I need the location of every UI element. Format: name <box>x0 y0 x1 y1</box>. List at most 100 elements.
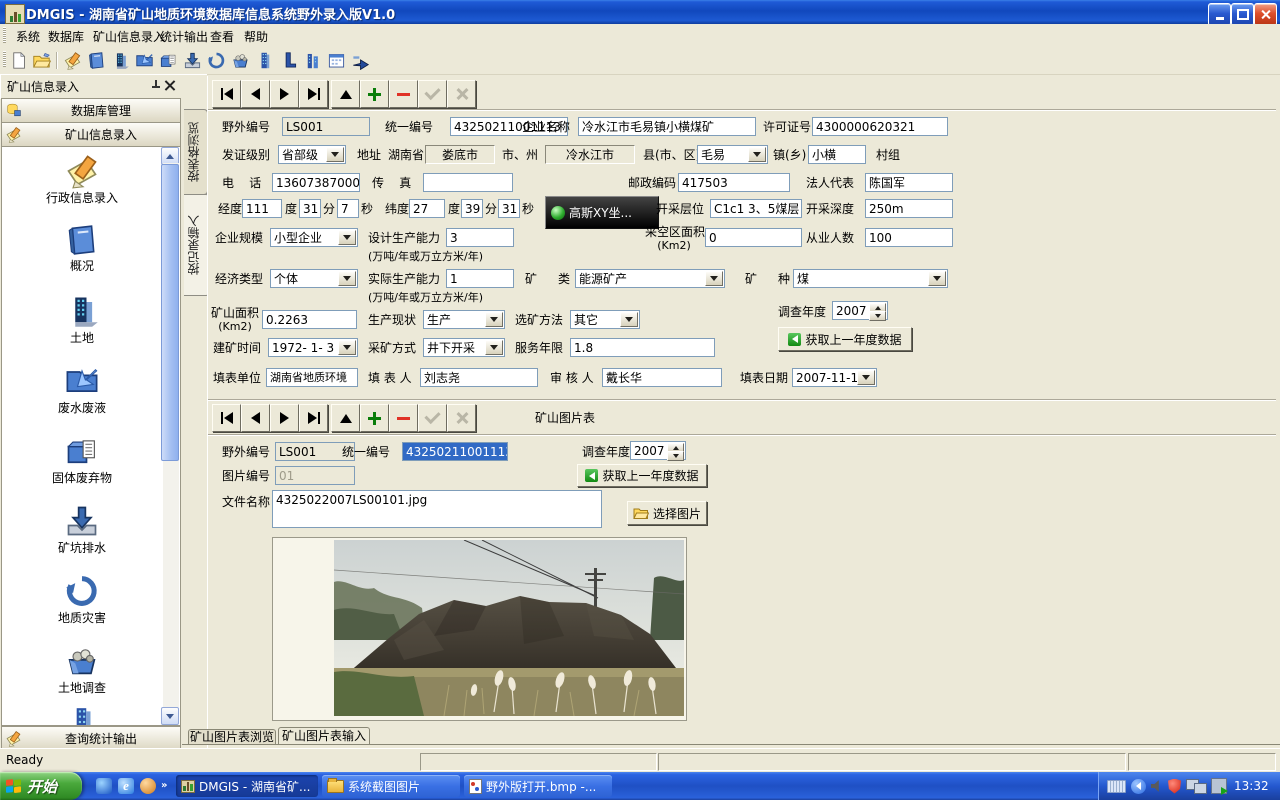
sidebar-item-wastewater[interactable]: 废水废液 <box>20 363 144 415</box>
longitude-min-input[interactable]: 31 <box>299 199 321 218</box>
toolbar-button-mine-drainage[interactable] <box>182 50 203 71</box>
nav2-first-button[interactable] <box>212 404 241 432</box>
vtab-table-browse[interactable]: 按表格浏览 <box>184 109 208 195</box>
taskbar-task-dmgis[interactable]: DMGIS - 湖南省矿... <box>176 775 318 797</box>
enterprise-scale-select[interactable]: 小型企业 <box>270 228 358 247</box>
enterprise-name-input[interactable]: 冷水江市毛易镇小横煤矿 <box>578 117 756 136</box>
pic-no-input[interactable]: 01 <box>275 466 355 485</box>
fill-person-input[interactable]: 刘志尧 <box>420 368 538 387</box>
sidebar-close-icon[interactable] <box>164 79 176 91</box>
latitude-sec-input[interactable]: 31 <box>498 199 520 218</box>
nav2-add-button[interactable] <box>360 404 389 432</box>
auditor-input[interactable]: 戴长华 <box>602 368 722 387</box>
sidebar-item-geo-hazard[interactable]: 地质灾害 <box>20 573 144 625</box>
nav1-add-button[interactable] <box>360 80 389 108</box>
menu-help[interactable]: 帮助 <box>240 27 272 46</box>
taskbar-task-bmp[interactable]: 野外版打开.bmp -... <box>464 775 612 797</box>
spin-down-icon[interactable] <box>869 311 886 321</box>
fill-unit-input[interactable]: 湖南省地质环境 <box>266 368 358 387</box>
chevron-down-icon[interactable] <box>705 271 723 286</box>
chevron-down-icon[interactable] <box>338 340 356 355</box>
fax-input[interactable] <box>423 173 513 192</box>
county-select[interactable]: 毛易 <box>697 145 768 164</box>
quick-launch-chevron-icon[interactable]: » <box>161 780 167 791</box>
sidebar-item-land-survey[interactable]: 土地调查 <box>20 643 144 695</box>
nav2-prev-button[interactable] <box>241 404 270 432</box>
nav2-next-button[interactable] <box>270 404 299 432</box>
chevron-down-icon[interactable] <box>338 271 356 286</box>
quick-launch-globe-icon[interactable] <box>96 778 112 794</box>
latitude-deg-input[interactable]: 27 <box>409 199 445 218</box>
menu-stat-output[interactable]: 统计输出 <box>156 27 212 46</box>
chevron-down-icon[interactable] <box>326 147 344 162</box>
town-input[interactable]: 小横 <box>808 145 866 164</box>
design-capacity-input[interactable]: 3 <box>446 228 514 247</box>
sidebar-item-solid-waste[interactable]: 固体废弃物 <box>20 433 144 485</box>
keyboard-tray-icon[interactable] <box>1107 780 1126 793</box>
fetch-last-year-button[interactable]: 获取上一年度数据 <box>778 327 912 351</box>
chevron-down-icon[interactable] <box>620 312 638 327</box>
nav2-cancel-button[interactable] <box>447 404 476 432</box>
tab-picture-entry[interactable]: 矿山图片表输入 <box>278 727 370 745</box>
mine-class-select[interactable]: 能源矿产 <box>575 269 725 288</box>
chevron-down-icon[interactable] <box>485 340 503 355</box>
sidebar-item-mine-drainage[interactable]: 矿坑排水 <box>20 503 144 555</box>
menu-view[interactable]: 查看 <box>206 27 238 46</box>
nav1-post-button[interactable] <box>418 80 447 108</box>
gauss-xy-button[interactable]: 高斯XY坐... <box>545 196 659 229</box>
sidebar-group-mine-entry[interactable]: 矿山信息录入 <box>1 122 181 147</box>
legal-rep-input[interactable]: 陈国军 <box>865 173 953 192</box>
production-status-select[interactable]: 生产 <box>423 310 505 329</box>
longitude-deg-input[interactable]: 111 <box>242 199 282 218</box>
toolbar-button-column-stat[interactable] <box>278 50 299 71</box>
tray-app-icon[interactable] <box>1211 778 1227 794</box>
sidebar-scroll-thumb[interactable] <box>161 164 179 461</box>
tab-picture-browse[interactable]: 矿山图片表浏览 <box>188 729 276 745</box>
license-no-input[interactable]: 4300000620321 <box>812 117 948 136</box>
choose-picture-button[interactable]: 选择图片 <box>627 501 707 525</box>
quick-launch-app-icon[interactable] <box>140 778 156 794</box>
taskbar-task-screenshots-folder[interactable]: 系统截图图片 <box>322 775 460 797</box>
nav1-last-button[interactable] <box>299 80 328 108</box>
pic-fetch-last-year-button[interactable]: 获取上一年度数据 <box>577 464 707 487</box>
quick-launch-ie-icon[interactable]: e <box>118 778 134 794</box>
nav1-cancel-button[interactable] <box>447 80 476 108</box>
hide-icons-chevron-icon[interactable] <box>1131 779 1146 794</box>
pic-unified-no-input[interactable]: 43250211001113 <box>402 442 508 461</box>
mine-kind-select[interactable]: 煤 <box>793 269 948 288</box>
sidebar-group-database[interactable]: 数据库管理 <box>1 98 181 123</box>
toolbar-button-open-file[interactable] <box>31 50 52 71</box>
chevron-down-icon[interactable] <box>857 370 875 385</box>
sidebar-item-land[interactable]: 土地 <box>20 293 144 345</box>
sidebar-item-admin-entry[interactable]: 行政信息录入 <box>20 153 144 205</box>
volume-icon[interactable] <box>1151 780 1163 793</box>
toolbar-button-land[interactable] <box>110 50 131 71</box>
toolbar-button-land-survey[interactable] <box>230 50 251 71</box>
license-level-select[interactable]: 省部级 <box>278 145 346 164</box>
toolbar-button-calendar[interactable] <box>326 50 347 71</box>
dressing-method-select[interactable]: 其它 <box>570 310 640 329</box>
toolbar-button-tower[interactable] <box>254 50 275 71</box>
chevron-down-icon[interactable] <box>748 147 766 162</box>
nav2-top-button[interactable] <box>331 404 360 432</box>
chevron-down-icon[interactable] <box>485 312 503 327</box>
fill-date-dropdown[interactable]: 2007-11-13 <box>792 368 877 387</box>
chevron-down-icon[interactable] <box>338 230 356 245</box>
field-no-input[interactable]: LS001 <box>282 117 370 136</box>
mining-depth-input[interactable]: 250m <box>865 199 953 218</box>
toolbar-button-overview[interactable] <box>86 50 107 71</box>
nav1-first-button[interactable] <box>212 80 241 108</box>
close-button[interactable] <box>1254 3 1277 26</box>
restore-button[interactable] <box>1231 3 1254 26</box>
file-name-input[interactable]: 4325022007LS00101.jpg <box>272 490 602 528</box>
toolbar-button-export[interactable] <box>350 50 371 71</box>
security-shield-icon[interactable] <box>1168 779 1181 794</box>
menu-database[interactable]: 数据库 <box>44 27 88 46</box>
mining-method-select[interactable]: 井下开采 <box>423 338 505 357</box>
toolbar-button-admin-entry[interactable] <box>62 50 83 71</box>
nav1-prev-button[interactable] <box>241 80 270 108</box>
nav2-last-button[interactable] <box>299 404 328 432</box>
toolbar-button-geo-hazard[interactable] <box>206 50 227 71</box>
pin-icon[interactable] <box>151 80 161 91</box>
toolbar-button-new-file[interactable] <box>8 50 29 71</box>
